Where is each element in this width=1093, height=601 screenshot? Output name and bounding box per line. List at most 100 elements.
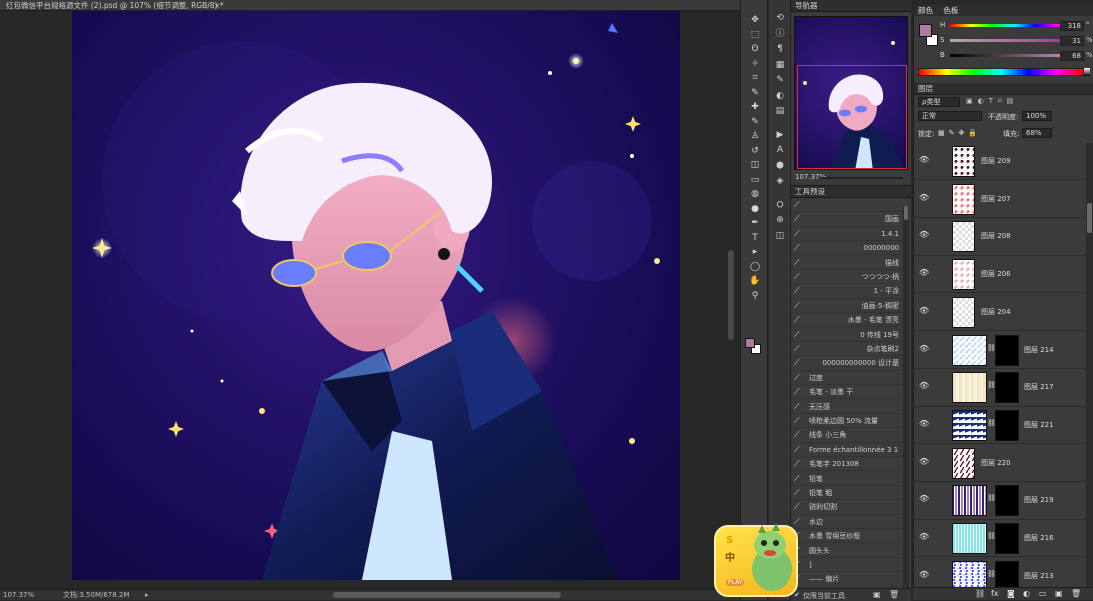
navigator-title[interactable]: 导航器	[791, 0, 911, 12]
layer-filter-icons[interactable]: ▣◐T⌑▤	[966, 97, 1076, 107]
layer-name[interactable]: 图层 217	[1024, 382, 1054, 392]
layer-row[interactable]: 👁 图层 204	[914, 294, 1086, 332]
lasso-icon[interactable]: ʘ	[745, 43, 765, 56]
layer-row[interactable]: 👁 图层 208	[914, 218, 1086, 256]
play-icon[interactable]: ▶	[773, 129, 787, 141]
history-brush-icon[interactable]: ↺	[745, 145, 765, 158]
layer-row[interactable]: 👁 ⛓ 图层 214	[914, 332, 1086, 369]
3d-icon[interactable]: ⬢	[773, 160, 787, 172]
tool-preset-item[interactable]: ⟋]	[791, 558, 903, 573]
fill-field[interactable]: 68%	[1022, 128, 1052, 138]
eyedropper-icon[interactable]: ✎	[745, 87, 765, 100]
tool-preset-item[interactable]: ⟋ 无压感	[791, 400, 903, 414]
layer-row[interactable]: 👁 ⛓ 图层 221	[914, 407, 1086, 445]
tool-preset-item[interactable]: ⟋圆头头	[791, 544, 903, 558]
canvas-vertical-scrollbar[interactable]	[728, 250, 734, 340]
zoom-level[interactable]: 107.37%	[3, 590, 34, 600]
status-menu-icon[interactable]: ▸	[145, 590, 149, 600]
move-icon[interactable]: ✥	[745, 14, 765, 27]
tool-preset-item[interactable]: ⟋ 000000000000 设计基	[791, 356, 903, 371]
tool-presets-icon[interactable]: ⛭	[773, 199, 787, 211]
layer-name[interactable]: 图层 214	[1024, 345, 1054, 355]
link-layers-icon[interactable]: ⛓	[975, 589, 985, 598]
tool-preset-item[interactable]: ⟋ 1.4.1	[791, 227, 903, 242]
tool-preset-item[interactable]: ⟋ 水墨 - 毛笔 漂亮	[791, 313, 903, 328]
info-icon[interactable]: ⓘ	[773, 28, 787, 40]
mask-link-icon[interactable]: ⛓	[987, 570, 996, 578]
new-preset-icon[interactable]: ▣	[873, 590, 881, 599]
layer-thumbnail[interactable]	[952, 334, 987, 366]
layer-mask-thumbnail[interactable]	[995, 523, 1019, 554]
visibility-eye-icon[interactable]: 👁	[919, 193, 929, 203]
tool-preset-item[interactable]: ⟋ 毛笔字 201308	[791, 457, 903, 472]
add-mask-icon[interactable]: ◙	[1007, 589, 1015, 598]
brush-icon[interactable]: ✎	[745, 116, 765, 129]
blend-mode-dropdown[interactable]: 正常	[918, 111, 982, 121]
zoom-icon[interactable]: ⚲	[745, 290, 765, 303]
layers-scroll-thumb[interactable]	[1087, 203, 1092, 233]
navigator-zoom-slider[interactable]	[821, 177, 903, 179]
layer-thumbnail[interactable]	[952, 372, 987, 404]
adjustment-layer-icon[interactable]: ◐	[1023, 589, 1030, 598]
layer-mask-thumbnail[interactable]	[995, 409, 1019, 441]
grayscale-ramp[interactable]	[1084, 68, 1090, 76]
navigator-view-rectangle[interactable]	[797, 65, 907, 169]
close-tab-icon[interactable]: ×	[214, 0, 220, 10]
tool-preset-item[interactable]: ⟋ 铅笔	[791, 472, 903, 486]
tool-preset-item[interactable]: ⟋ 线条 小三角	[791, 428, 903, 443]
tool-preset-item[interactable]: ⟋水墨 雪绵豆纱般	[791, 529, 903, 544]
dodge-icon[interactable]: ●	[745, 203, 765, 216]
adjust-icon[interactable]: ◐	[773, 90, 787, 102]
visibility-eye-icon[interactable]: 👁	[919, 419, 929, 429]
layer-row[interactable]: 👁 ⛓ 图层 219	[914, 482, 1086, 520]
tool-preset-item[interactable]: ⟋ 国画	[791, 212, 903, 227]
tool-preset-item[interactable]: ⟋ 锐利切割	[791, 500, 903, 515]
tool-preset-item[interactable]: ⟋ 过度	[791, 371, 903, 386]
new-group-icon[interactable]: ▭	[1039, 589, 1047, 598]
paragraph-icon[interactable]: ¶	[773, 43, 787, 55]
layer-thumbnail[interactable]	[952, 183, 975, 215]
visibility-eye-icon[interactable]: 👁	[919, 155, 929, 165]
eraser-icon[interactable]: ◫	[745, 159, 765, 172]
layer-mask-thumbnail[interactable]	[995, 485, 1019, 517]
brightness-slider[interactable]	[950, 54, 1078, 57]
tool-preset-item[interactable]: ⟋ 水边	[791, 515, 903, 530]
channels-icon[interactable]: ◫	[773, 230, 787, 242]
marquee-icon[interactable]: ⬚	[745, 29, 765, 42]
tool-preset-item[interactable]: ⟋ 油画-5-稠密	[791, 299, 903, 314]
visibility-eye-icon[interactable]: 👁	[919, 344, 929, 354]
layer-mask-thumbnail[interactable]	[995, 372, 1019, 404]
visibility-eye-icon[interactable]: 👁	[919, 494, 929, 504]
tool-preset-item[interactable]: ⟋ 杂点笔刷2	[791, 342, 903, 357]
tab-swatches[interactable]: 色板	[943, 6, 958, 15]
visibility-eye-icon[interactable]: 👁	[919, 381, 929, 391]
saturation-value[interactable]: 31	[1060, 36, 1084, 46]
visibility-eye-icon[interactable]: 👁	[919, 230, 929, 240]
tool-presets-scroll-thumb[interactable]	[904, 206, 908, 220]
blur-icon[interactable]: ◍	[745, 188, 765, 201]
visibility-eye-icon[interactable]: 👁	[919, 268, 929, 278]
magic-wand-icon[interactable]: ✧	[745, 58, 765, 71]
char-icon[interactable]: A	[773, 144, 787, 156]
tool-preset-item[interactable]: ⟋ 铅笔 粗	[791, 486, 903, 501]
layer-name[interactable]: 图层 213	[1024, 571, 1054, 581]
clone-icon[interactable]: ⊕	[773, 214, 787, 226]
layer-name[interactable]: 图层 204	[981, 307, 1011, 317]
color-spectrum[interactable]	[918, 68, 1084, 76]
layer-name[interactable]: 图层 208	[981, 231, 1011, 241]
layer-thumbnail[interactable]	[952, 259, 975, 291]
visibility-eye-icon[interactable]: 👁	[919, 532, 929, 542]
hue-slider[interactable]	[950, 24, 1078, 27]
layer-name[interactable]: 图层 220	[981, 458, 1011, 468]
document-tab[interactable]: 红包微信平台规格源文件 (2).psd @ 107% (细节调整, RGB/8)…	[0, 0, 740, 11]
gradient-icon[interactable]: ▭	[745, 174, 765, 187]
healing-icon[interactable]: ✚	[745, 101, 765, 114]
delete-layer-icon[interactable]: 🗑	[1071, 589, 1081, 598]
layer-row[interactable]: 👁 ⛓ 图层 217	[914, 369, 1086, 407]
layer-thumbnail[interactable]	[952, 146, 975, 177]
mask-link-icon[interactable]: ⛓	[987, 419, 996, 427]
layer-row[interactable]: 👁 图层 209	[914, 143, 1086, 181]
layers-title[interactable]: 图层	[914, 83, 1093, 95]
tool-preset-item[interactable]: ⟋ 喷枪柔边圆 50% 流量	[791, 414, 903, 429]
tool-preset-item[interactable]: ⟋ 0 传线 19号	[791, 328, 903, 342]
